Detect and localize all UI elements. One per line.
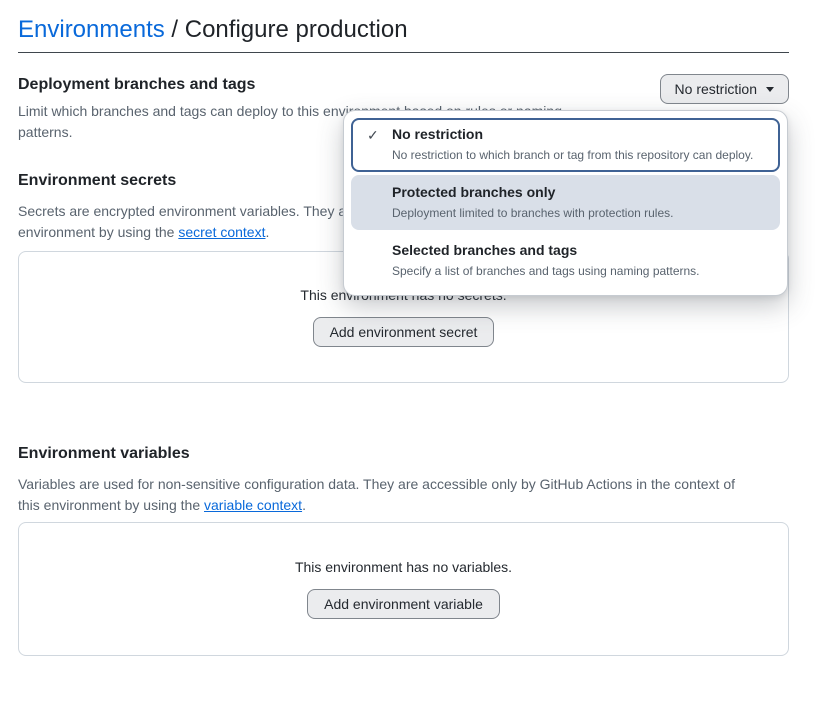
breadcrumb-separator: / <box>171 16 178 43</box>
dropdown-item-no-restriction[interactable]: ✓ No restriction No restriction to which… <box>351 118 780 172</box>
variables-empty-text: This environment has no variables. <box>295 559 512 575</box>
title-divider <box>18 52 789 53</box>
dropdown-item-label: Protected branches only <box>392 183 768 202</box>
dropdown-item-selected-branches[interactable]: Selected branches and tags Specify a lis… <box>351 233 780 288</box>
deployment-branches-heading: Deployment branches and tags <box>18 74 562 96</box>
dropdown-item-description: Deployment limited to branches with prot… <box>392 205 768 222</box>
dropdown-item-description: Specify a list of branches and tags usin… <box>392 263 768 280</box>
dropdown-item-label: Selected branches and tags <box>392 241 768 260</box>
environment-variables-heading: Environment variables <box>18 443 789 465</box>
dropdown-caret-icon <box>766 87 774 92</box>
environment-settings-page: Environments / Configure production Depl… <box>0 0 830 656</box>
breadcrumb-environments-link[interactable]: Environments <box>18 16 165 43</box>
dropdown-item-protected-branches[interactable]: Protected branches only Deployment limit… <box>351 175 780 230</box>
branch-restriction-select-button[interactable]: No restriction <box>660 74 789 104</box>
variables-empty-box: This environment has no variables. Add e… <box>18 522 789 656</box>
add-environment-secret-button[interactable]: Add environment secret <box>313 317 495 347</box>
dropdown-item-description: No restriction to which branch or tag fr… <box>392 147 768 164</box>
add-environment-variable-button[interactable]: Add environment variable <box>307 589 500 619</box>
breadcrumb-current: Configure production <box>185 16 408 43</box>
branch-restriction-dropdown-menu: ✓ No restriction No restriction to which… <box>343 110 788 296</box>
page-title: Environments / Configure production <box>18 15 789 45</box>
secret-context-link[interactable]: secret context <box>178 224 265 240</box>
variable-context-link[interactable]: variable context <box>204 497 302 513</box>
dropdown-item-label: No restriction <box>392 125 768 144</box>
environment-variables-description: Variables are used for non-sensitive con… <box>18 474 789 516</box>
check-icon: ✓ <box>367 127 379 144</box>
